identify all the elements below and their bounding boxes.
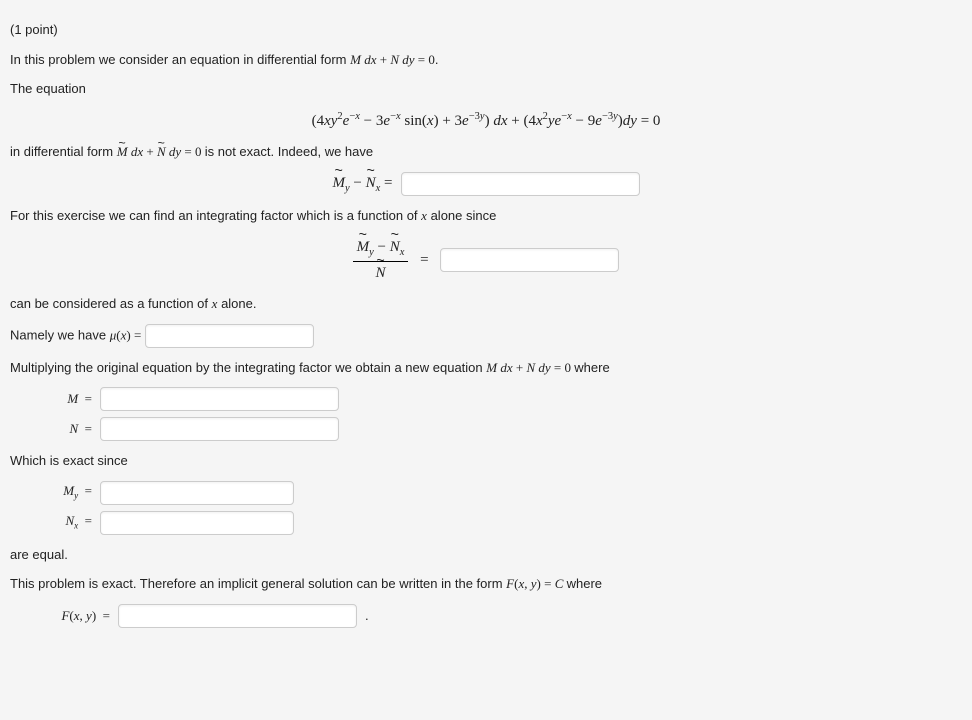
Nx-row: Nx =: [40, 511, 962, 535]
are-equal-line: are equal.: [10, 545, 962, 565]
main-equation: (4xy2e−x − 3e−x sin(x) + 3e−3y) dx + (4x…: [10, 109, 962, 133]
exact-since-line: Which is exact since: [10, 451, 962, 471]
para4-b: alone.: [221, 296, 256, 311]
mu-input[interactable]: [145, 324, 314, 348]
mu-row: Namely we have μ(x) =: [10, 324, 962, 348]
mu-label-math: μ(x) =: [110, 327, 145, 342]
para5-b: where: [574, 360, 609, 375]
para2-math: M dx + N dy = 0: [117, 144, 205, 159]
fraction-input[interactable]: [440, 248, 619, 272]
points-line: (1 point): [10, 20, 962, 40]
mu-label-a: Namely we have: [10, 327, 106, 342]
intro-end: .: [435, 52, 439, 67]
N-row: N =: [40, 417, 962, 441]
M-label: M =: [40, 389, 92, 409]
my-nx-row: My − Nx =: [10, 172, 962, 197]
N-label: N =: [40, 419, 92, 439]
para3-a: For this exercise we can find an integra…: [10, 208, 418, 223]
My-row: My =: [40, 481, 962, 505]
F-row: F(x, y) = .: [40, 604, 962, 628]
para2-a: in differential form: [10, 144, 113, 159]
para5-math: M dx + N dy = 0: [486, 360, 574, 375]
my-nx-label: My − Nx =: [332, 172, 392, 197]
integrating-factor-line: For this exercise we can find an integra…: [10, 206, 962, 226]
para8-b: where: [567, 576, 602, 591]
intro-line: In this problem we consider an equation …: [10, 50, 962, 70]
My-input[interactable]: [100, 481, 294, 505]
my-nx-input[interactable]: [401, 172, 640, 196]
fraction-row: My − Nx N =: [10, 236, 962, 284]
para8-a: This problem is exact. Therefore an impl…: [10, 576, 503, 591]
Nx-input[interactable]: [100, 511, 294, 535]
frac-eq: =: [416, 249, 432, 272]
F-input[interactable]: [118, 604, 357, 628]
para4-x: x: [212, 296, 218, 311]
F-label: F(x, y) =: [40, 606, 110, 626]
My-label: My =: [40, 481, 92, 503]
N-input[interactable]: [100, 417, 339, 441]
para5-a: Multiplying the original equation by the…: [10, 360, 483, 375]
intro-text: In this problem we consider an equation …: [10, 52, 347, 67]
F-period: .: [365, 606, 369, 626]
M-input[interactable]: [100, 387, 339, 411]
para8-math: F(x, y) = C: [506, 576, 566, 591]
Nx-label: Nx =: [40, 511, 92, 533]
function-of-x-line: can be considered as a function of x alo…: [10, 294, 962, 314]
para3-x: x: [421, 208, 427, 223]
para3-b: alone since: [431, 208, 497, 223]
M-row: M =: [40, 387, 962, 411]
intro-math: M dx + N dy = 0: [350, 52, 435, 67]
fraction: My − Nx N: [353, 236, 409, 284]
para2-b: is not exact. Indeed, we have: [205, 144, 373, 159]
not-exact-line: in differential form M dx + N dy = 0 is …: [10, 142, 962, 162]
implicit-solution-line: This problem is exact. Therefore an impl…: [10, 574, 962, 594]
para4-a: can be considered as a function of: [10, 296, 208, 311]
the-equation-label: The equation: [10, 79, 962, 99]
multiply-line: Multiplying the original equation by the…: [10, 358, 962, 378]
